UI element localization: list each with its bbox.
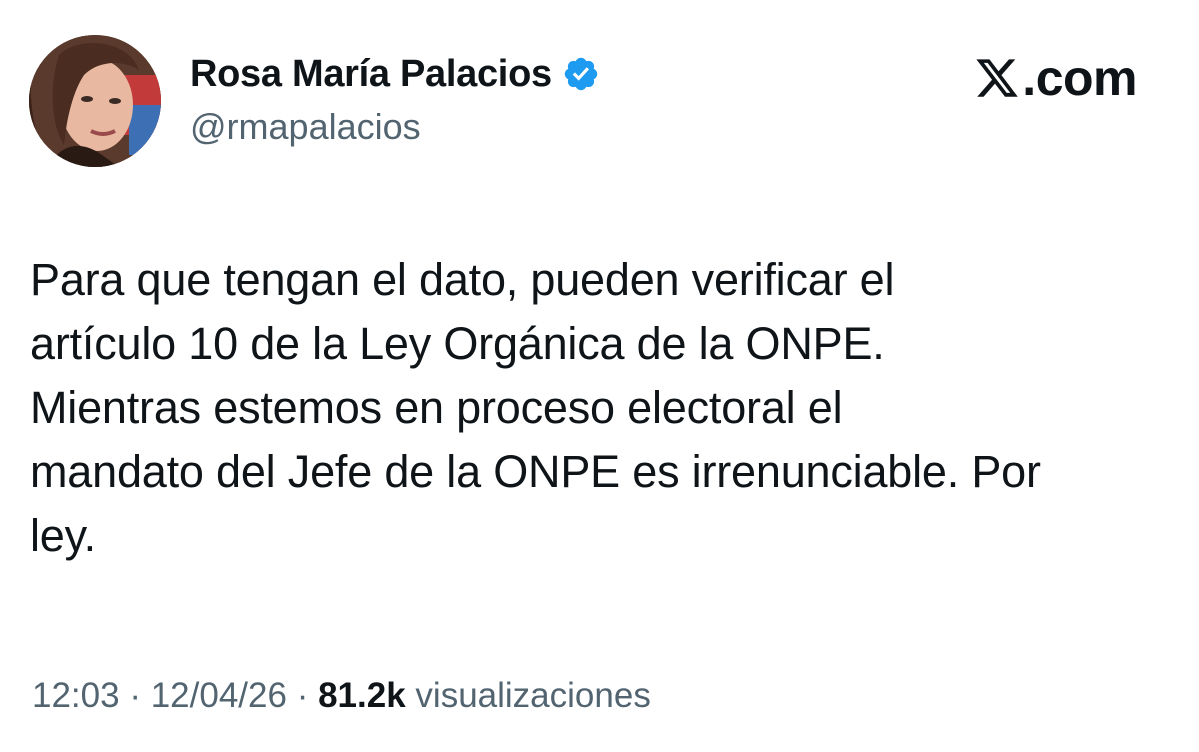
tweet-text-line: Mientras estemos en proceso electoral el [30, 382, 843, 433]
tweet-text-line: ley. [30, 510, 96, 561]
verified-badge-icon [562, 55, 600, 93]
x-logo-icon [974, 55, 1020, 101]
views-label: visualizaciones [415, 676, 651, 715]
tweet-time[interactable]: 12:03 [32, 676, 120, 715]
source-text: .com [1022, 50, 1137, 106]
tweet-date[interactable]: 12/04/26 [151, 676, 287, 715]
avatar[interactable] [29, 35, 161, 167]
tweet-text-line: mandato del Jefe de la ONPE es irrenunci… [30, 446, 1041, 497]
source-logo: .com [974, 50, 1137, 106]
author-name-row: Rosa María Palacios [190, 48, 600, 100]
profile-photo-icon [29, 35, 161, 167]
meta-separator: · [129, 676, 141, 715]
views-count: 81.2k [318, 676, 406, 715]
author-handle[interactable]: @rmapalacios [190, 106, 421, 148]
tweet-text-line: artículo 10 de la Ley Orgánica de la ONP… [30, 318, 885, 369]
tweet-text-line: Para que tengan el dato, pueden verifica… [30, 254, 895, 305]
meta-separator: · [296, 676, 309, 715]
tweet-body: Para que tengan el dato, pueden verifica… [30, 248, 1180, 568]
tweet-meta: 12:03 · 12/04/26 · 81.2k visualizaciones [32, 676, 651, 716]
author-display-name[interactable]: Rosa María Palacios [190, 53, 552, 96]
tweet-card: Rosa María Palacios @rmapalacios .com Pa… [0, 0, 1199, 752]
